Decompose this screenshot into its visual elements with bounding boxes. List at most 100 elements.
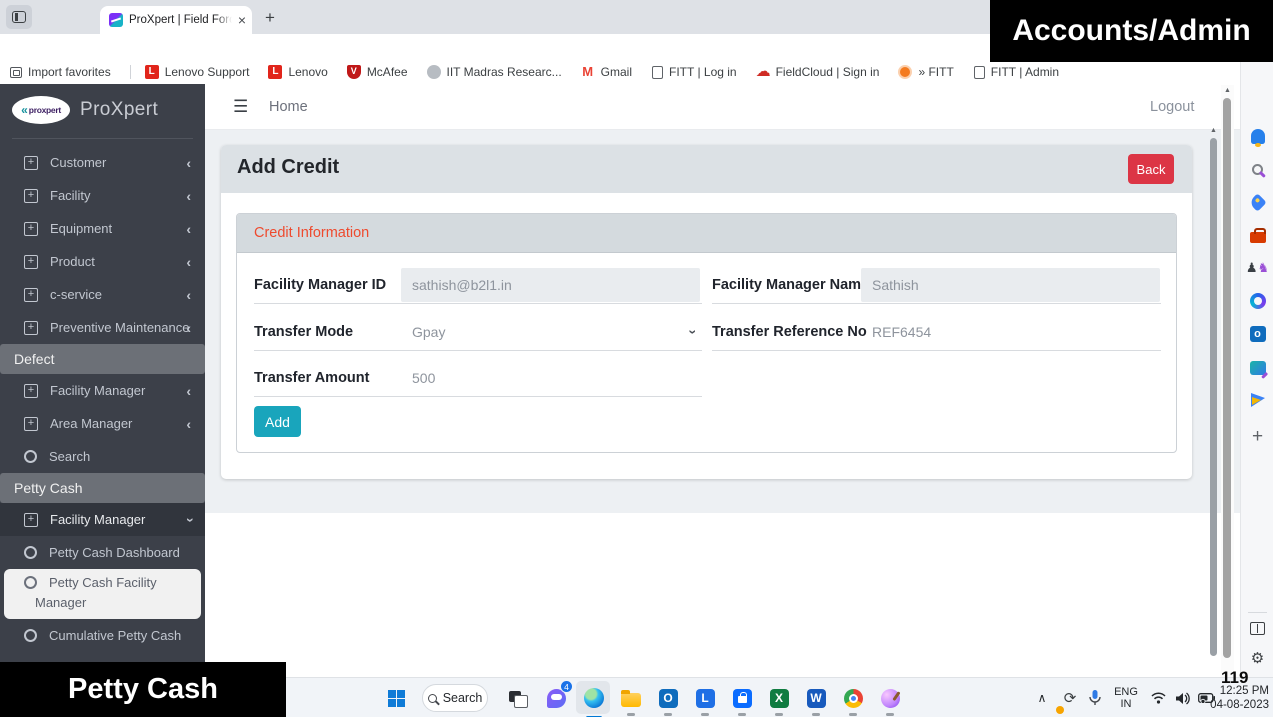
bell-icon[interactable]	[1241, 124, 1273, 148]
bookmark-label: Import favorites	[28, 65, 111, 79]
facility-manager-id-input[interactable]: sathish@b2l1.in	[401, 268, 700, 302]
field-label: Transfer Reference No	[712, 313, 867, 351]
copilot-icon[interactable]	[1241, 289, 1273, 313]
sidebar-item-facility-manager[interactable]: +Facility Manager‹	[0, 374, 205, 407]
sidebar-panel-icon[interactable]	[1241, 616, 1273, 640]
tools-icon[interactable]	[1241, 223, 1273, 247]
running-indicator	[701, 713, 709, 716]
facility-manager-name-input[interactable]: Sathish	[861, 268, 1160, 302]
speaker-icon[interactable]	[1171, 678, 1193, 717]
sidebar-item-product[interactable]: +Product‹	[0, 245, 205, 278]
mcafee-shield-icon: V	[347, 65, 361, 79]
sidebar-item-petty-cash-facility-manager[interactable]: Petty Cash Facility Manager	[4, 569, 201, 619]
dropdown-chevron-icon[interactable]: ›	[686, 330, 702, 335]
search-icon[interactable]	[1241, 157, 1273, 181]
sidebar-item-area-manager[interactable]: +Area Manager‹	[0, 407, 205, 440]
windows-logo-icon	[388, 690, 405, 707]
file-explorer-button[interactable]	[618, 685, 644, 711]
bookmark-item[interactable]: Import favorites	[10, 65, 111, 79]
store-button[interactable]	[729, 685, 755, 711]
outlook-icon: O	[659, 689, 678, 708]
bookmark-item[interactable]: FITT | Log in	[651, 65, 737, 79]
transfer-mode-select[interactable]: Gpay	[412, 313, 445, 351]
sidebar-item-cumulative-petty-cash[interactable]: Cumulative Petty Cash	[0, 619, 205, 652]
bookmarks-divider	[130, 65, 131, 79]
bookmark-item[interactable]: LLenovo	[268, 65, 327, 79]
settings-gear-icon[interactable]: ⚙	[1241, 646, 1273, 670]
excel-button[interactable]: X	[766, 685, 792, 711]
games-icon[interactable]: ♟♞	[1241, 256, 1273, 280]
designer-icon[interactable]	[1241, 355, 1273, 379]
browser-scrollbar[interactable]: ▲	[1221, 85, 1234, 677]
nav-logout-link[interactable]: Logout	[1150, 99, 1194, 115]
outlook-button[interactable]: O	[655, 685, 681, 711]
plus-square-icon: +	[24, 255, 38, 269]
microphone-icon[interactable]	[1085, 678, 1105, 717]
scroll-up-icon[interactable]: ▲	[1221, 87, 1234, 94]
chrome-button[interactable]	[840, 685, 866, 711]
hamburger-menu-icon[interactable]: ☰	[233, 97, 248, 117]
chevron-left-icon: ‹	[186, 383, 191, 399]
sidebar-item-c-service[interactable]: +c-service‹	[0, 278, 205, 311]
nav-home-link[interactable]: Home	[269, 99, 308, 115]
shopping-tag-icon[interactable]	[1241, 190, 1273, 214]
transfer-reference-no-input[interactable]: REF6454	[872, 313, 931, 351]
wifi-icon[interactable]	[1147, 678, 1169, 717]
gmail-icon: M	[581, 65, 595, 79]
outlook-icon[interactable]: o	[1241, 322, 1273, 346]
bookmark-item[interactable]: MGmail	[581, 65, 632, 79]
browser-tab[interactable]: ProXpert | Field Force Automation ×	[100, 6, 252, 34]
sync-icon[interactable]: ⟳	[1059, 678, 1081, 717]
sidebar-item-equipment[interactable]: +Equipment‹	[0, 212, 205, 245]
tab-actions-button[interactable]	[6, 5, 32, 29]
scrollbar-thumb[interactable]	[1223, 98, 1231, 658]
tab-close-icon[interactable]: ×	[238, 13, 246, 27]
bookmark-item[interactable]: » FITT	[898, 65, 953, 79]
bookmark-item[interactable]: ☁FieldCloud | Sign in	[756, 65, 880, 79]
word-button[interactable]: W	[803, 685, 829, 711]
field-label: Facility Manager Name	[712, 266, 869, 304]
content-scrollbar[interactable]: ▲	[1208, 125, 1219, 662]
add-to-sidebar-icon[interactable]: +	[1241, 425, 1273, 449]
transfer-amount-input[interactable]: 500	[412, 359, 435, 397]
add-button[interactable]: Add	[254, 406, 301, 437]
plus-square-icon: +	[24, 513, 38, 527]
sidebar-item-customer[interactable]: +Customer‹	[0, 146, 205, 179]
sidebar-item-preventive-maintenance[interactable]: +Preventive Maintenance‹	[0, 311, 205, 344]
task-view-button[interactable]	[505, 685, 531, 711]
lenovo-icon: L	[696, 689, 715, 708]
paint-button[interactable]	[877, 685, 903, 711]
scrollbar-thumb[interactable]	[1210, 138, 1217, 656]
taskbar-search[interactable]: Search	[422, 684, 488, 712]
form-row-facility-manager-id: Facility Manager ID sathish@b2l1.in	[254, 266, 702, 304]
bookmark-item[interactable]: IIT Madras Researc...	[427, 65, 562, 79]
form-row-transfer-amount: Transfer Amount500	[254, 359, 702, 397]
bookmark-item[interactable]: FITT | Admin	[973, 65, 1059, 79]
start-button[interactable]	[383, 685, 409, 711]
sidebar-item-search[interactable]: Search	[0, 440, 205, 473]
scroll-up-icon[interactable]: ▲	[1208, 127, 1219, 134]
edge-sidebar-rail: ♟♞ o + ⚙	[1240, 60, 1273, 677]
lenovo-button[interactable]: L	[692, 685, 718, 711]
chat-button[interactable]: 4	[543, 685, 569, 711]
sidebar-section-defect[interactable]: Defect	[0, 344, 205, 374]
plus-square-icon: +	[24, 384, 38, 398]
drop-icon[interactable]	[1241, 388, 1273, 412]
bookmark-item[interactable]: VMcAfee	[347, 65, 408, 79]
new-tab-button[interactable]: +	[260, 8, 280, 28]
field-label: Facility Manager ID	[254, 266, 386, 304]
brand-row[interactable]: « proxpert ProXpert	[0, 92, 205, 128]
language-indicator[interactable]: ENGIN	[1109, 678, 1143, 717]
bookmark-item[interactable]: LLenovo Support	[145, 65, 250, 79]
back-button[interactable]: Back	[1128, 154, 1174, 184]
edge-icon	[584, 688, 604, 708]
sidebar-item-petty-cash-dashboard[interactable]: Petty Cash Dashboard	[0, 536, 205, 569]
sidebar-section-petty-cash[interactable]: Petty Cash	[0, 473, 205, 503]
sidebar-item-label: Facility Manager	[50, 512, 145, 527]
sidebar-item-item[interactable]	[0, 652, 205, 662]
sidebar-item-facility-manager[interactable]: +Facility Manager‹	[0, 503, 205, 536]
sidebar-item-facility[interactable]: +Facility‹	[0, 179, 205, 212]
bookmarks-bar: Import favoritesLLenovo SupportLLenovoVM…	[0, 60, 1273, 84]
tray-chevron-icon[interactable]: ∧	[1033, 678, 1051, 717]
edge-button[interactable]	[581, 685, 607, 711]
